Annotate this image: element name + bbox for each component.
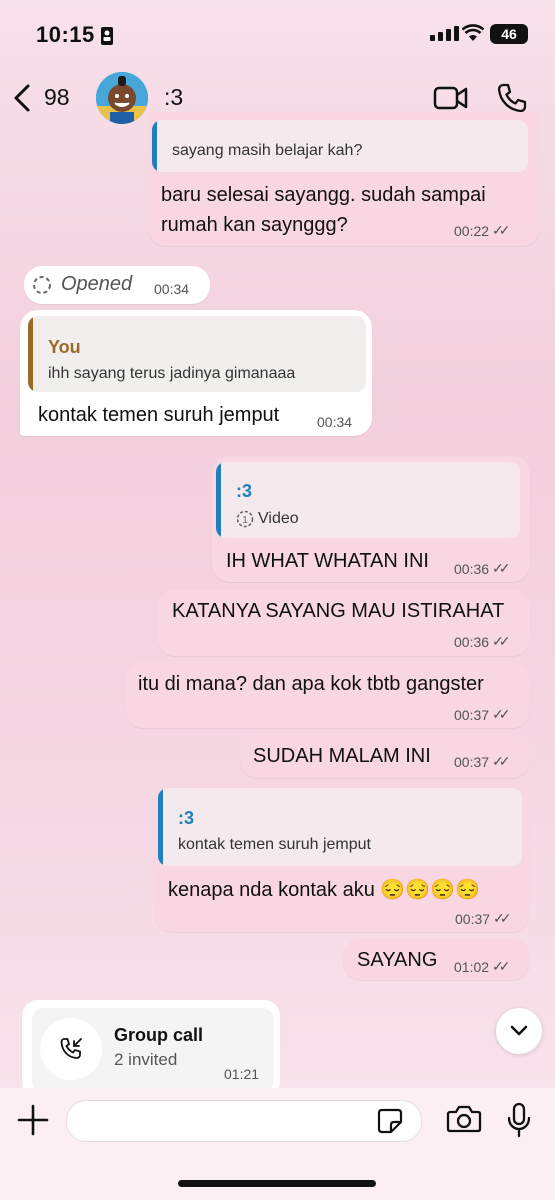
incoming-call-icon [60,1038,82,1059]
read-ticks-icon: ✓✓ [492,706,511,722]
quote-text: sayang masih belajar kah? [172,142,363,159]
opened-message[interactable]: Opened 00:34 [24,266,210,304]
scroll-down-icon [510,1025,528,1036]
message-time: 00:36 [454,560,490,577]
quote-bar [152,120,157,172]
message-input[interactable] [66,1100,422,1142]
message-time: 01:02 [454,958,490,975]
reply-quote[interactable]: sayang masih belajar kah? [152,120,528,172]
reply-quote[interactable]: You ihh sayang terus jadinya gimanaaa [28,316,366,392]
message-time: 00:37 [454,753,490,770]
opened-label: Opened [61,273,133,295]
message-text: itu di mana? dan apa kok tbtb gangster [138,673,484,695]
message-time: 00:37 [454,706,490,723]
battery-indicator: 46 [490,24,528,44]
read-ticks-icon: ✓✓ [492,633,511,649]
outgoing-message[interactable]: sayang masih belajar kah? baru selesai s… [148,112,540,246]
message-time: 00:37 [455,910,491,927]
wifi-icon [462,24,484,41]
avatar[interactable] [96,72,148,124]
back-icon[interactable] [8,80,38,116]
signal-icon [430,26,459,41]
call-subtitle: 2 invited [114,1050,178,1069]
read-ticks-icon: ✓✓ [492,222,511,238]
mic-icon[interactable] [506,1102,532,1138]
outgoing-message[interactable]: :3 1 Video IH WHAT WHATAN INI 00:36 ✓✓ [212,456,530,582]
message-text: baru selesai sayangg. sudah sampai [161,184,486,206]
read-ticks-icon: ✓✓ [492,560,511,576]
outgoing-message[interactable]: :3 kontak temen suruh jemput kenapa nda … [154,784,530,932]
outgoing-message[interactable]: itu di mana? dan apa kok tbtb gangster 0… [125,662,530,728]
message-meta: 00:36 ✓✓ [454,560,511,577]
group-call-message[interactable]: Group call 2 invited 01:21 [22,1000,280,1098]
message-time: 00:22 [454,222,490,239]
call-time: 01:21 [224,1066,260,1082]
message-meta: 00:37 ✓✓ [454,706,511,723]
view-once-icon: 1 [236,510,254,528]
quote-text: kontak temen suruh jemput [178,836,371,853]
reply-quote[interactable]: :3 kontak temen suruh jemput [158,788,522,866]
message-text: SUDAH MALAM INI [253,745,431,767]
status-time: 10:15 [36,22,95,47]
quote-author: You [48,337,81,357]
unread-count[interactable]: 98 [44,84,70,111]
message-text: KATANYA SAYANG MAU ISTIRAHAT [172,600,505,622]
quote-text: ihh sayang terus jadinya gimanaaa [48,365,296,382]
quote-bar [28,316,33,392]
id-card-icon [101,27,113,45]
camera-icon[interactable] [446,1104,482,1134]
svg-text:1: 1 [242,515,248,526]
incoming-message[interactable]: You ihh sayang terus jadinya gimanaaa ko… [20,310,372,436]
read-ticks-icon: ✓✓ [492,958,511,974]
read-ticks-icon: ✓✓ [493,910,512,926]
message-meta: 01:02 ✓✓ [454,958,511,975]
reply-quote[interactable]: :3 1 Video [216,462,520,538]
quote-bar [158,788,163,866]
call-icon-circle [40,1018,102,1080]
message-text: IH WHAT WHATAN INI [226,550,429,572]
scroll-down-button[interactable] [496,1008,542,1054]
message-time: 00:34 [317,414,353,430]
message-text: kontak temen suruh jemput [38,404,280,426]
plus-icon[interactable] [16,1103,50,1137]
message-time: 00:36 [454,633,490,650]
read-ticks-icon: ✓✓ [492,753,511,769]
message-text: kenapa nda kontak aku 😔😔😔😔 [168,879,480,901]
call-title: Group call [114,1025,204,1045]
home-indicator [178,1180,376,1187]
sticker-icon[interactable] [376,1107,404,1135]
quote-text: Video [258,510,299,527]
outgoing-message[interactable]: SUDAH MALAM INI 00:37 ✓✓ [240,734,530,778]
message-meta: 00:37 ✓✓ [454,753,511,770]
message-text: SAYANG [357,949,438,971]
phone-icon[interactable] [496,82,528,114]
message-meta: 00:37 ✓✓ [455,910,512,927]
message-meta: 00:22 ✓✓ [454,222,511,239]
message-meta: 00:36 ✓✓ [454,633,511,650]
video-call-icon[interactable] [433,84,469,112]
quote-bar [216,462,221,538]
message-time: 00:34 [154,281,190,297]
message-text: rumah kan saynggg? [161,214,348,236]
outgoing-message[interactable]: KATANYA SAYANG MAU ISTIRAHAT 00:36 ✓✓ [157,590,530,656]
quote-author: :3 [178,808,195,828]
outgoing-message[interactable]: SAYANG 01:02 ✓✓ [343,938,530,980]
opened-icon [33,276,51,294]
contact-name[interactable]: :3 [164,84,183,111]
call-card[interactable]: Group call 2 invited 01:21 [32,1008,274,1092]
quote-author: :3 [236,481,253,501]
